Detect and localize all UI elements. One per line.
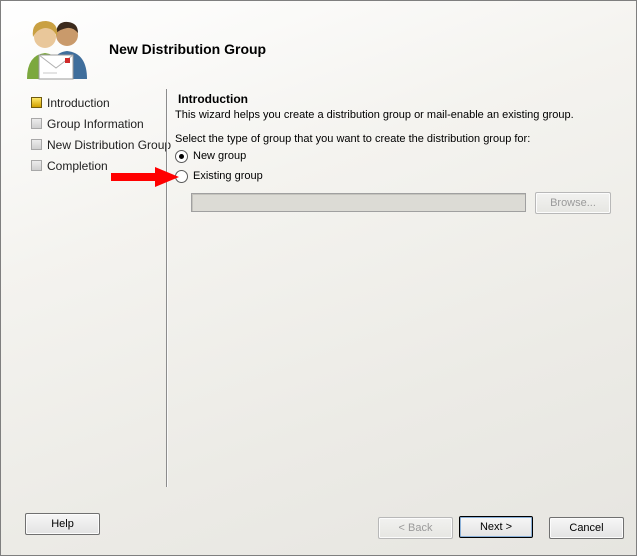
steps-divider: [166, 89, 168, 487]
select-prompt: Select the type of group that you want t…: [175, 133, 531, 145]
help-button[interactable]: Help: [25, 513, 100, 535]
wizard-window: New Distribution Group Introduction Grou…: [0, 0, 637, 556]
back-button[interactable]: < Back: [378, 517, 453, 539]
browse-button[interactable]: Browse...: [535, 192, 611, 214]
wizard-title: New Distribution Group: [109, 41, 267, 57]
users-mail-icon: [27, 21, 87, 80]
next-button[interactable]: Next >: [459, 516, 533, 538]
step-label: Introduction: [47, 96, 110, 110]
radio-checked-icon[interactable]: [175, 149, 188, 163]
section-title: Introduction: [178, 92, 248, 106]
existing-group-field: [191, 193, 526, 212]
step-introduction: Introduction: [31, 95, 171, 116]
step-label: Completion: [47, 159, 108, 173]
step-label: Group Information: [47, 117, 144, 131]
step-pending-icon: [31, 118, 42, 129]
step-new-distribution-group: New Distribution Group: [31, 137, 171, 158]
step-active-icon: [31, 97, 42, 108]
intro-text: This wizard helps you create a distribut…: [175, 109, 574, 121]
step-group-information: Group Information: [31, 116, 171, 137]
red-arrow-icon: [111, 167, 179, 187]
step-label: New Distribution Group: [47, 138, 172, 152]
existing-group-label[interactable]: Existing group: [193, 170, 263, 182]
cancel-button[interactable]: Cancel: [549, 517, 624, 539]
existing-group-radio[interactable]: Existing group: [175, 169, 263, 185]
step-pending-icon: [31, 139, 42, 150]
new-group-label[interactable]: New group: [193, 150, 246, 162]
new-group-radio[interactable]: New group: [175, 149, 246, 165]
step-pending-icon: [31, 160, 42, 171]
